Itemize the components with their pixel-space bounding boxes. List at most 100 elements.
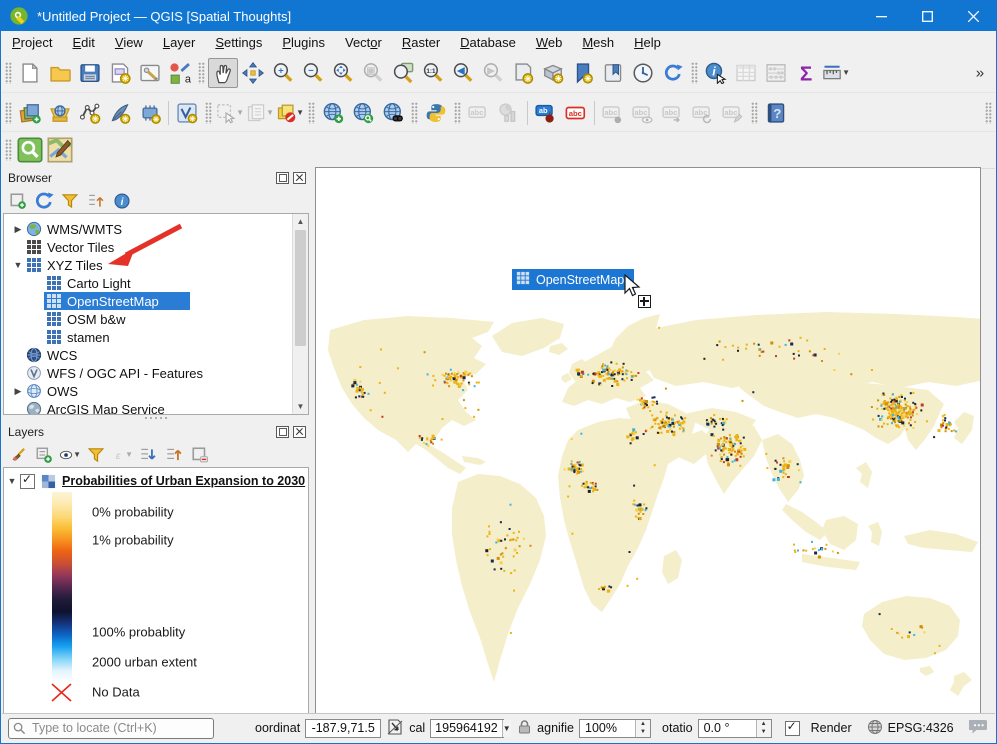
menu-vector[interactable]: Vector (335, 33, 392, 52)
minimize-button[interactable] (858, 1, 904, 31)
magnifier-spin[interactable]: 100% ▲▼ (579, 719, 651, 738)
menu-layer[interactable]: Layer (153, 33, 206, 52)
show-layout-manager-button[interactable] (135, 58, 165, 88)
new-temporary-scratch-layer-button[interactable]: ✳ (135, 98, 165, 128)
browser-item-wfs-ogc-api-features[interactable]: WFS / OGC API - Features (4, 364, 308, 382)
python-console-button[interactable] (421, 98, 451, 128)
lock-scale-icon[interactable] (517, 719, 532, 738)
scale-dropdown-icon[interactable]: ▼ (502, 720, 511, 737)
style-manager-button[interactable]: a (165, 58, 195, 88)
quickmapservices-search-button[interactable] (15, 135, 45, 165)
menu-web[interactable]: Web (526, 33, 573, 52)
menu-settings[interactable]: Settings (205, 33, 272, 52)
zoom-in-button[interactable]: + (268, 58, 298, 88)
tree-expander-icon[interactable]: ▼ (10, 260, 26, 270)
pin-label-blue-button[interactable]: ab (531, 98, 561, 128)
help-contents-button[interactable]: ? (761, 98, 791, 128)
layer-visibility-checkbox[interactable] (20, 474, 35, 489)
browser-refresh-button[interactable] (32, 189, 56, 212)
identify-features-button[interactable]: i (701, 58, 731, 88)
show-spatial-bookmarks-button[interactable] (598, 58, 628, 88)
show-statistical-summary-button[interactable]: Σ (791, 58, 821, 88)
browser-collapse-all-button[interactable] (84, 189, 108, 212)
browser-item-wms-wmts[interactable]: ▶WMS/WMTS (4, 220, 308, 238)
menu-raster[interactable]: Raster (392, 33, 450, 52)
coordinate-value[interactable]: -187.9,71.5 (305, 719, 381, 738)
browser-item-osm-b-w[interactable]: OSM b&w (4, 310, 308, 328)
osm-editor-button[interactable] (45, 135, 75, 165)
layer-expander-icon[interactable]: ▼ (4, 476, 20, 486)
browser-item-ows[interactable]: ▶OWS (4, 382, 308, 400)
menu-mesh[interactable]: Mesh (572, 33, 624, 52)
filter-legend-button[interactable] (84, 443, 108, 466)
tree-expander-icon[interactable]: ▶ (10, 224, 26, 235)
browser-add-layer-button[interactable] (6, 189, 30, 212)
toolbar-overflow-button[interactable]: » (965, 58, 995, 88)
locator-input[interactable] (30, 720, 194, 736)
measure-line-button[interactable]: ▼ (821, 58, 851, 88)
zoom-out-button[interactable]: − (298, 58, 328, 88)
pan-to-selection-button[interactable] (238, 58, 268, 88)
layer-row[interactable]: ▼ Probabilities of Urban Expansion to 20… (4, 471, 308, 491)
browser-item-xyz-tiles[interactable]: ▼XYZ Tiles (4, 256, 308, 274)
render-toggle[interactable]: Render (785, 721, 852, 736)
add-vector-layer-button[interactable] (45, 98, 75, 128)
scale-combo[interactable]: 195964192 ▼ (430, 719, 504, 738)
open-layer-styling-button[interactable] (6, 443, 30, 466)
browser-scrollbar[interactable]: ▲ ▼ (292, 214, 308, 414)
menu-database[interactable]: Database (450, 33, 526, 52)
new-spatial-bookmark-button[interactable]: ✳ (568, 58, 598, 88)
new-project-button[interactable] (15, 58, 45, 88)
tree-expander-icon[interactable]: ▶ (10, 386, 26, 397)
metasearch-button[interactable] (378, 98, 408, 128)
browser-item-arcgis-map-service[interactable]: ArcGIS Map Service (4, 400, 308, 415)
temporal-controller-button[interactable] (628, 58, 658, 88)
layers-float-button[interactable] (276, 426, 289, 438)
menu-view[interactable]: View (105, 33, 153, 52)
browser-filter-button[interactable] (58, 189, 82, 212)
browser-item-vector-tiles[interactable]: Vector Tiles (4, 238, 308, 256)
new-shapefile-layer-button[interactable]: ✳ (75, 98, 105, 128)
new-3d-map-view-button[interactable]: ✳ (538, 58, 568, 88)
browser-float-button[interactable] (276, 172, 289, 184)
locator-box[interactable] (8, 718, 214, 739)
unpin-label-red-button[interactable]: abc (561, 98, 591, 128)
crs-value[interactable]: EPSG:4326 (888, 721, 954, 735)
web-search-service-button[interactable] (348, 98, 378, 128)
browser-item-wcs[interactable]: WCS (4, 346, 308, 364)
extent-toggle-icon[interactable] (386, 718, 404, 739)
map-canvas[interactable]: OpenStreetMap (315, 167, 981, 714)
zoom-to-layer-button[interactable] (388, 58, 418, 88)
new-virtual-layer-button[interactable]: ✳ (172, 98, 202, 128)
pan-map-button[interactable] (208, 58, 238, 88)
collapse-all-button[interactable] (162, 443, 186, 466)
messages-icon[interactable] (969, 719, 989, 738)
browser-properties-button[interactable]: i (110, 189, 134, 212)
zoom-full-extent-button[interactable] (328, 58, 358, 88)
close-button[interactable] (950, 1, 996, 31)
data-source-manager-button[interactable] (15, 98, 45, 128)
menu-plugins[interactable]: Plugins (272, 33, 335, 52)
rotation-spin[interactable]: 0.0 ° ▲▼ (698, 719, 772, 738)
save-project-button[interactable] (75, 58, 105, 88)
new-geopackage-layer-button[interactable]: ✳ (105, 98, 135, 128)
open-project-button[interactable] (45, 58, 75, 88)
layers-close-button[interactable] (293, 426, 306, 438)
zoom-last-button[interactable]: ◀ (448, 58, 478, 88)
new-map-view-button[interactable]: ✳ (508, 58, 538, 88)
maximize-button[interactable] (904, 1, 950, 31)
menu-project[interactable]: Project (2, 33, 62, 52)
browser-close-button[interactable] (293, 172, 306, 184)
refresh-map-button[interactable] (658, 58, 688, 88)
browser-item-stamen[interactable]: stamen (4, 328, 308, 346)
zoom-native-button[interactable]: 1:1 (418, 58, 448, 88)
deselect-all-layers-button[interactable]: ▼ (275, 98, 305, 128)
browser-item-carto-light[interactable]: Carto Light (4, 274, 308, 292)
remove-layer-button[interactable] (188, 443, 212, 466)
add-group-button[interactable] (32, 443, 56, 466)
crs-globe-icon[interactable] (867, 719, 883, 738)
web-add-service-button[interactable] (318, 98, 348, 128)
manage-visibility-button[interactable]: ▼ (58, 443, 82, 466)
expand-all-button[interactable] (136, 443, 160, 466)
new-print-layout-button[interactable]: ✳ (105, 58, 135, 88)
